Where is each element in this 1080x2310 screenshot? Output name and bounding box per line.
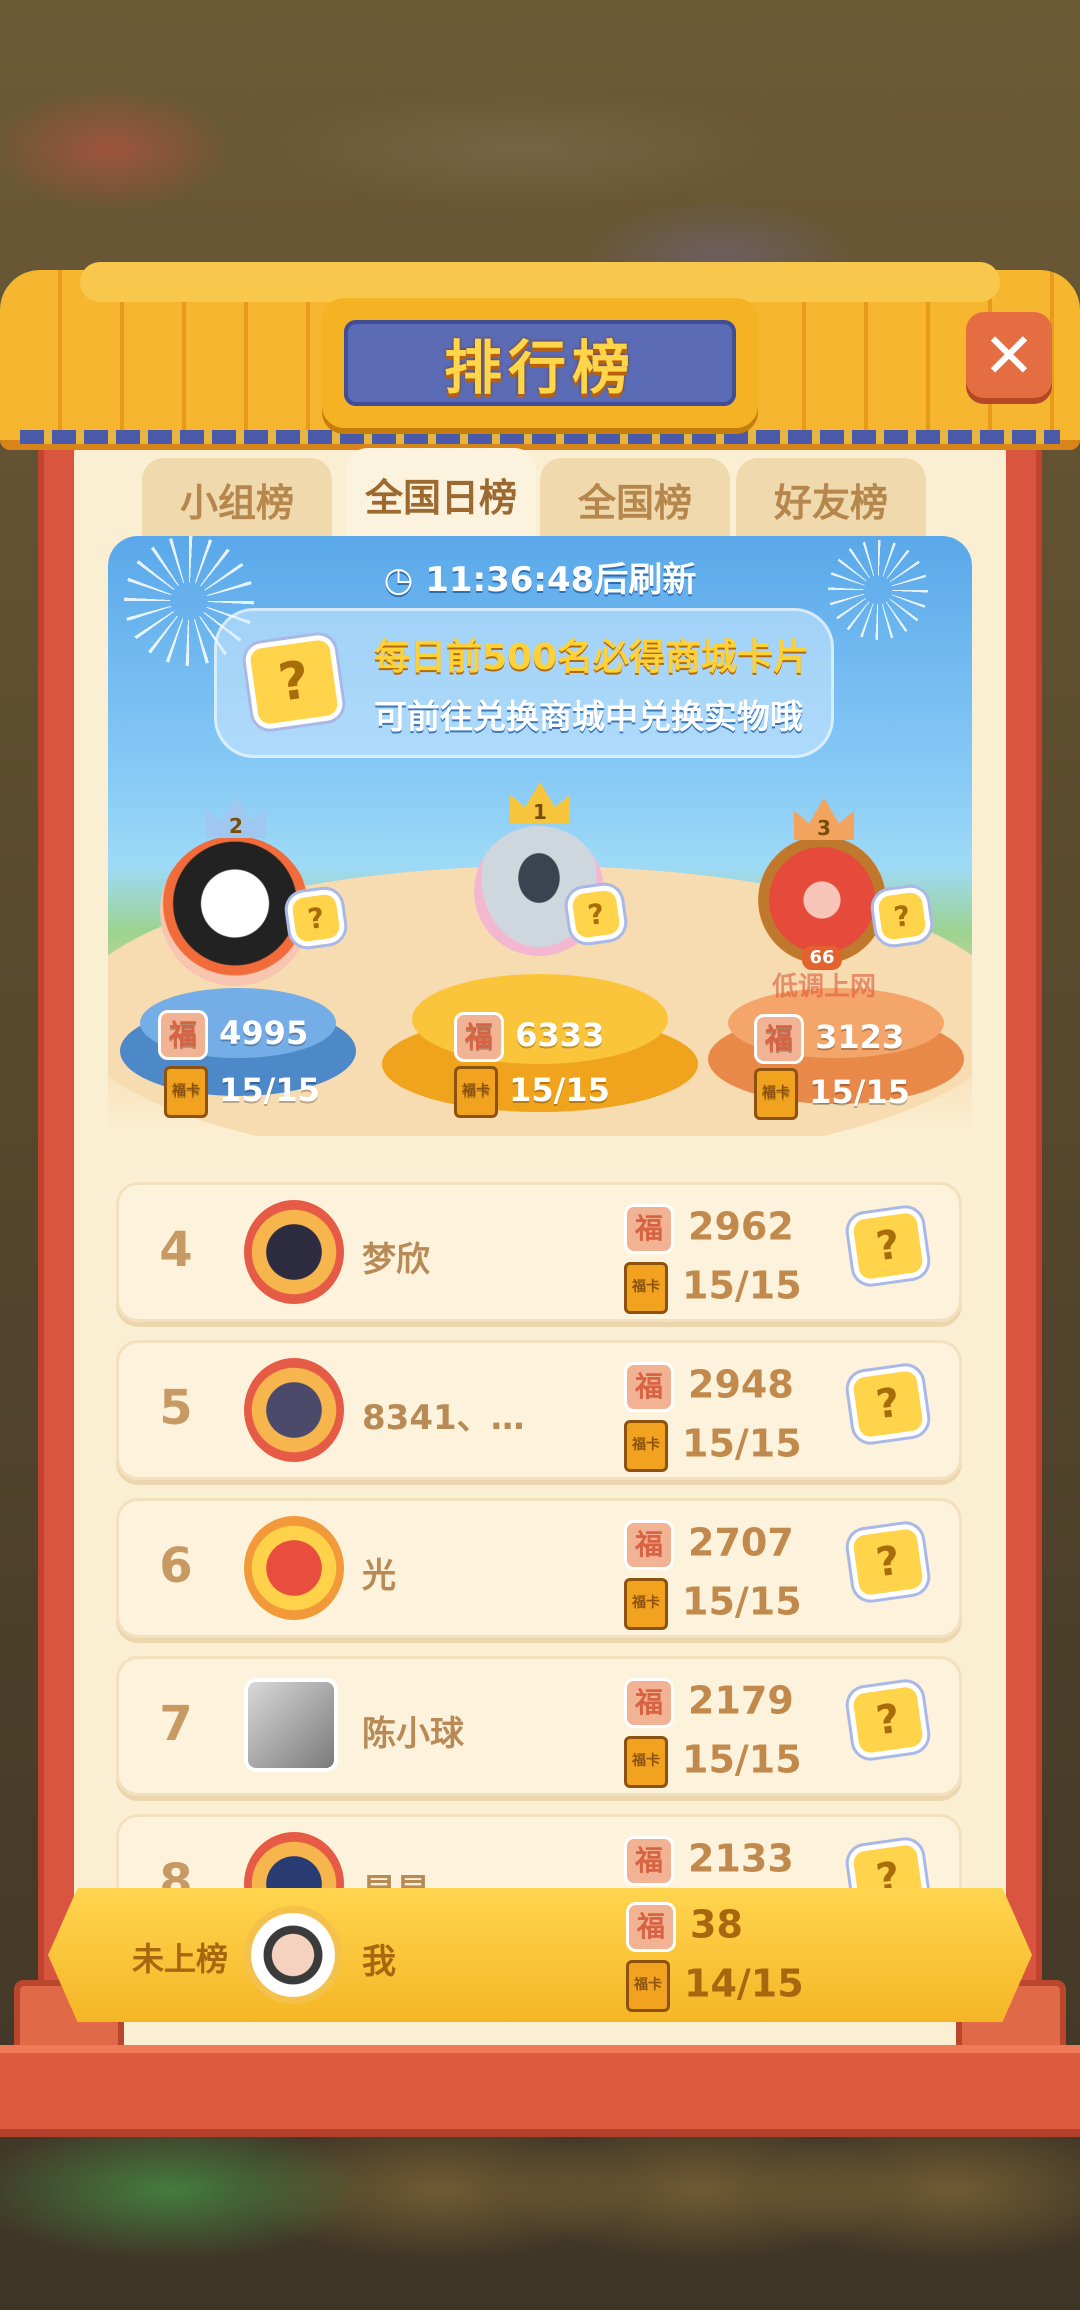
tab-national-daily[interactable]: 全国日榜 bbox=[346, 448, 536, 540]
banner-line-1: 每日前500名必得商城卡片 bbox=[374, 637, 810, 678]
tab-friends[interactable]: 好友榜 bbox=[736, 458, 926, 540]
crown-icon: 2 bbox=[206, 796, 266, 838]
leaderboard-row[interactable]: 7 陈小球 福 2179 福卡 15/15 ? bbox=[116, 1656, 962, 1796]
row-rank: 6 bbox=[159, 1538, 193, 1594]
rank-3-score: 福 3123 bbox=[754, 1014, 904, 1064]
tab-label: 全国日榜 bbox=[364, 475, 517, 520]
avatar[interactable] bbox=[244, 1516, 344, 1620]
row-rank: 4 bbox=[159, 1222, 193, 1278]
row-player-name: 陈小球 bbox=[362, 1714, 464, 1754]
watermark-text: 低调上网 bbox=[772, 972, 877, 1002]
book-icon: 福卡 bbox=[164, 1066, 208, 1118]
mystery-card-icon: ? bbox=[291, 893, 341, 943]
mystery-card-icon[interactable]: ? bbox=[852, 1685, 924, 1755]
row-score: 福 2962 bbox=[624, 1204, 794, 1254]
banner-line-2: 可前往兑换商城中兑换实物哦 bbox=[374, 697, 803, 736]
tab-group[interactable]: 小组榜 bbox=[142, 458, 332, 540]
top-three-area: ◷ 11:36:48后刷新 ? 每日前500名必得商城卡片 可前往兑换商城中兑换… bbox=[108, 536, 972, 1136]
crown-icon: 1 bbox=[510, 782, 570, 824]
avatar[interactable] bbox=[244, 1358, 344, 1462]
book-icon: 福卡 bbox=[454, 1066, 498, 1118]
my-progress: 福卡 14/15 bbox=[626, 1960, 804, 2012]
frame-base bbox=[0, 2045, 1080, 2137]
tab-label: 好友榜 bbox=[773, 480, 888, 525]
roof-ridge bbox=[80, 262, 1000, 302]
mystery-card-icon: ? bbox=[249, 638, 339, 726]
fu-badge-icon: 福 bbox=[624, 1520, 674, 1570]
fu-badge-icon: 福 bbox=[158, 1010, 208, 1060]
tab-national[interactable]: 全国榜 bbox=[540, 458, 730, 540]
avatar[interactable] bbox=[244, 1200, 344, 1304]
fu-badge-icon: 福 bbox=[454, 1012, 504, 1062]
mystery-card-icon: ? bbox=[571, 889, 621, 939]
row-score: 福 2133 bbox=[624, 1836, 794, 1886]
mystery-card-icon[interactable]: ? bbox=[852, 1211, 924, 1281]
row-progress: 福卡 15/15 bbox=[624, 1736, 802, 1788]
row-player-name: 光 bbox=[362, 1556, 396, 1596]
mystery-card-icon[interactable]: ? bbox=[852, 1369, 924, 1439]
book-icon: 福卡 bbox=[624, 1420, 668, 1472]
rank-1-score: 福 6333 bbox=[454, 1012, 604, 1062]
fu-badge-icon: 福 bbox=[626, 1902, 676, 1952]
refresh-timer: ◷ 11:36:48后刷新 bbox=[108, 552, 972, 601]
page-title: 排行榜 bbox=[443, 334, 636, 402]
tab-label: 全国榜 bbox=[577, 480, 692, 525]
fu-badge-icon: 福 bbox=[754, 1014, 804, 1064]
leaderboard-row[interactable]: 6 光 福 2707 福卡 15/15 ? bbox=[116, 1498, 962, 1638]
my-rank-label: 未上榜 bbox=[132, 1940, 229, 1978]
rank-2-progress: 福卡 15/15 bbox=[164, 1066, 320, 1118]
timer-text: 11:36:48后刷新 bbox=[425, 560, 697, 600]
clock-icon: ◷ bbox=[383, 560, 414, 600]
row-score: 福 2707 bbox=[624, 1520, 794, 1570]
rank-3-progress: 福卡 15/15 bbox=[754, 1068, 910, 1120]
roof-fringe bbox=[20, 430, 1060, 444]
fu-badge-icon: 福 bbox=[624, 1362, 674, 1412]
my-avatar[interactable] bbox=[244, 1906, 342, 2004]
book-icon: 福卡 bbox=[626, 1960, 670, 2012]
book-icon: 福卡 bbox=[624, 1578, 668, 1630]
fu-badge-icon: 福 bbox=[624, 1204, 674, 1254]
leaderboard-row[interactable]: 4 梦欣 福 2962 福卡 15/15 ? bbox=[116, 1182, 962, 1322]
fu-badge-icon: 福 bbox=[624, 1836, 674, 1886]
my-score: 福 38 bbox=[626, 1902, 743, 1952]
row-progress: 福卡 15/15 bbox=[624, 1420, 802, 1472]
mystery-card-icon[interactable]: ? bbox=[852, 1527, 924, 1597]
mystery-card-icon: ? bbox=[877, 891, 927, 941]
rank-3-avatar[interactable] bbox=[758, 836, 886, 964]
rank-2-avatar[interactable] bbox=[160, 836, 310, 986]
rank-1-progress: 福卡 15/15 bbox=[454, 1066, 610, 1118]
book-icon: 福卡 bbox=[754, 1068, 798, 1120]
row-player-name: 梦欣 bbox=[362, 1240, 430, 1280]
title-plaque: 排行榜 bbox=[322, 298, 758, 428]
rank-2-score: 福 4995 bbox=[158, 1010, 308, 1060]
fu-badge-icon: 福 bbox=[624, 1678, 674, 1728]
close-button[interactable]: ✕ bbox=[966, 312, 1052, 398]
row-score: 福 2948 bbox=[624, 1362, 794, 1412]
row-progress: 福卡 15/15 bbox=[624, 1262, 802, 1314]
book-icon: 福卡 bbox=[624, 1262, 668, 1314]
row-player-name: 8341、… bbox=[362, 1398, 525, 1438]
close-icon: ✕ bbox=[983, 318, 1035, 392]
row-rank: 7 bbox=[159, 1696, 193, 1752]
avatar[interactable] bbox=[248, 1682, 334, 1768]
row-score: 福 2179 bbox=[624, 1678, 794, 1728]
row-progress: 福卡 15/15 bbox=[624, 1578, 802, 1630]
leaderboard-row[interactable]: 5 8341、… 福 2948 福卡 15/15 ? bbox=[116, 1340, 962, 1480]
my-rank-bar[interactable]: 未上榜 我 福 38 福卡 14/15 bbox=[48, 1888, 1032, 2022]
tab-label: 小组榜 bbox=[179, 480, 294, 525]
crown-icon: 3 bbox=[794, 798, 854, 840]
row-rank: 5 bbox=[159, 1380, 193, 1436]
reward-banner: ? 每日前500名必得商城卡片 可前往兑换商城中兑换实物哦 bbox=[214, 608, 834, 758]
my-name: 我 bbox=[362, 1942, 396, 1982]
book-icon: 福卡 bbox=[624, 1736, 668, 1788]
